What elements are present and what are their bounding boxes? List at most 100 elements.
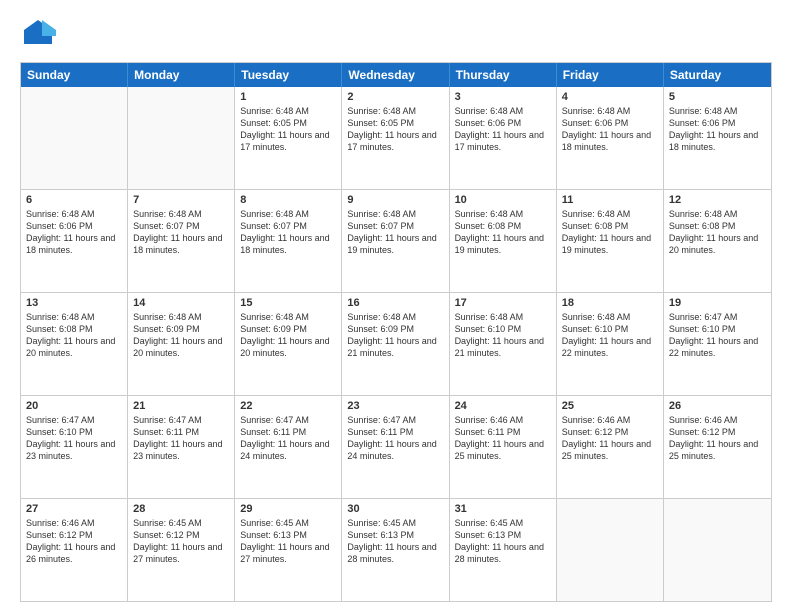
day-cell-4: 4 Sunrise: 6:48 AMSunset: 6:06 PMDaylight… <box>557 87 664 189</box>
cell-info: Sunrise: 6:48 AMSunset: 6:08 PMDaylight:… <box>669 208 766 257</box>
calendar-row-3: 13Sunrise: 6:48 AMSunset: 6:08 PMDayligh… <box>21 292 771 395</box>
day-cell-25: 25 Sunrise: 6:46 AMSunset: 6:12 PMDayligh… <box>557 396 664 498</box>
day-number: 12 <box>669 194 766 206</box>
calendar-header: SundayMondayTuesdayWednesdayThursdayFrid… <box>21 63 771 87</box>
day-number: 18 <box>562 297 658 309</box>
cell-info: Sunrise: 6:46 AMSunset: 6:12 PMDaylight:… <box>562 414 658 463</box>
day-number: 14 <box>133 297 229 309</box>
calendar-row-2: 6 Sunrise: 6:48 AMSunset: 6:06 PMDaylight… <box>21 189 771 292</box>
weekday-header-wednesday: Wednesday <box>342 63 449 87</box>
cell-info: Sunrise: 6:48 AMSunset: 6:06 PMDaylight:… <box>562 105 658 154</box>
day-number: 24 <box>455 400 551 412</box>
day-number: 11 <box>562 194 658 206</box>
day-number: 19 <box>669 297 766 309</box>
weekday-header-friday: Friday <box>557 63 664 87</box>
cell-info: Sunrise: 6:45 AMSunset: 6:13 PMDaylight:… <box>347 517 443 566</box>
day-number: 25 <box>562 400 658 412</box>
cell-info: Sunrise: 6:48 AMSunset: 6:10 PMDaylight:… <box>562 311 658 360</box>
day-cell-14: 14 Sunrise: 6:48 AMSunset: 6:09 PMDayligh… <box>128 293 235 395</box>
cell-info: Sunrise: 6:48 AMSunset: 6:05 PMDaylight:… <box>240 105 336 154</box>
empty-cell <box>21 87 128 189</box>
cell-info: Sunrise: 6:48 AMSunset: 6:07 PMDaylight:… <box>240 208 336 257</box>
day-cell-2: 2 Sunrise: 6:48 AMSunset: 6:05 PMDaylight… <box>342 87 449 189</box>
cell-info: Sunrise: 6:48 AMSunset: 6:09 PMDaylight:… <box>347 311 443 360</box>
weekday-header-sunday: Sunday <box>21 63 128 87</box>
weekday-header-saturday: Saturday <box>664 63 771 87</box>
calendar-row-4: 20 Sunrise: 6:47 AMSunset: 6:10 PMDayligh… <box>21 395 771 498</box>
day-number: 2 <box>347 91 443 103</box>
calendar-row-1: 1 Sunrise: 6:48 AMSunset: 6:05 PMDaylight… <box>21 87 771 189</box>
day-cell-1: 1 Sunrise: 6:48 AMSunset: 6:05 PMDaylight… <box>235 87 342 189</box>
cell-info: Sunrise: 6:48 AMSunset: 6:06 PMDaylight:… <box>669 105 766 154</box>
day-cell-5: 5 Sunrise: 6:48 AMSunset: 6:06 PMDaylight… <box>664 87 771 189</box>
day-cell-24: 24 Sunrise: 6:46 AMSunset: 6:11 PMDayligh… <box>450 396 557 498</box>
day-cell-9: 9 Sunrise: 6:48 AMSunset: 6:07 PMDaylight… <box>342 190 449 292</box>
logo-icon <box>20 16 56 52</box>
day-cell-23: 23Sunrise: 6:47 AMSunset: 6:11 PMDayligh… <box>342 396 449 498</box>
day-cell-13: 13Sunrise: 6:48 AMSunset: 6:08 PMDayligh… <box>21 293 128 395</box>
day-cell-20: 20 Sunrise: 6:47 AMSunset: 6:10 PMDayligh… <box>21 396 128 498</box>
day-number: 10 <box>455 194 551 206</box>
cell-info: Sunrise: 6:48 AMSunset: 6:09 PMDaylight:… <box>240 311 336 360</box>
day-number: 16 <box>347 297 443 309</box>
cell-info: Sunrise: 6:47 AMSunset: 6:11 PMDaylight:… <box>240 414 336 463</box>
calendar-row-5: 27Sunrise: 6:46 AMSunset: 6:12 PMDayligh… <box>21 498 771 601</box>
cell-info: Sunrise: 6:46 AMSunset: 6:11 PMDaylight:… <box>455 414 551 463</box>
cell-info: Sunrise: 6:48 AMSunset: 6:08 PMDaylight:… <box>26 311 122 360</box>
cell-info: Sunrise: 6:47 AMSunset: 6:10 PMDaylight:… <box>669 311 766 360</box>
day-cell-6: 6 Sunrise: 6:48 AMSunset: 6:06 PMDaylight… <box>21 190 128 292</box>
weekday-header-thursday: Thursday <box>450 63 557 87</box>
day-number: 5 <box>669 91 766 103</box>
day-number: 30 <box>347 503 443 515</box>
day-cell-31: 31 Sunrise: 6:45 AMSunset: 6:13 PMDayligh… <box>450 499 557 601</box>
cell-info: Sunrise: 6:48 AMSunset: 6:05 PMDaylight:… <box>347 105 443 154</box>
day-number: 26 <box>669 400 766 412</box>
day-cell-7: 7 Sunrise: 6:48 AMSunset: 6:07 PMDaylight… <box>128 190 235 292</box>
day-cell-11: 11 Sunrise: 6:48 AMSunset: 6:08 PMDayligh… <box>557 190 664 292</box>
calendar-body: 1 Sunrise: 6:48 AMSunset: 6:05 PMDaylight… <box>21 87 771 601</box>
day-number: 17 <box>455 297 551 309</box>
day-cell-22: 22 Sunrise: 6:47 AMSunset: 6:11 PMDayligh… <box>235 396 342 498</box>
day-number: 22 <box>240 400 336 412</box>
weekday-header-tuesday: Tuesday <box>235 63 342 87</box>
cell-info: Sunrise: 6:48 AMSunset: 6:09 PMDaylight:… <box>133 311 229 360</box>
day-cell-10: 10Sunrise: 6:48 AMSunset: 6:08 PMDayligh… <box>450 190 557 292</box>
page: SundayMondayTuesdayWednesdayThursdayFrid… <box>0 0 792 612</box>
day-cell-28: 28Sunrise: 6:45 AMSunset: 6:12 PMDayligh… <box>128 499 235 601</box>
day-number: 3 <box>455 91 551 103</box>
cell-info: Sunrise: 6:48 AMSunset: 6:06 PMDaylight:… <box>26 208 122 257</box>
cell-info: Sunrise: 6:45 AMSunset: 6:13 PMDaylight:… <box>455 517 551 566</box>
day-cell-30: 30 Sunrise: 6:45 AMSunset: 6:13 PMDayligh… <box>342 499 449 601</box>
cell-info: Sunrise: 6:45 AMSunset: 6:12 PMDaylight:… <box>133 517 229 566</box>
day-number: 23 <box>347 400 443 412</box>
day-cell-29: 29 Sunrise: 6:45 AMSunset: 6:13 PMDayligh… <box>235 499 342 601</box>
day-number: 9 <box>347 194 443 206</box>
day-number: 21 <box>133 400 229 412</box>
day-cell-15: 15 Sunrise: 6:48 AMSunset: 6:09 PMDayligh… <box>235 293 342 395</box>
day-number: 29 <box>240 503 336 515</box>
cell-info: Sunrise: 6:48 AMSunset: 6:06 PMDaylight:… <box>455 105 551 154</box>
day-cell-8: 8Sunrise: 6:48 AMSunset: 6:07 PMDaylight… <box>235 190 342 292</box>
day-cell-21: 21 Sunrise: 6:47 AMSunset: 6:11 PMDayligh… <box>128 396 235 498</box>
day-number: 1 <box>240 91 336 103</box>
day-number: 6 <box>26 194 122 206</box>
empty-cell <box>557 499 664 601</box>
header <box>20 16 772 52</box>
day-number: 20 <box>26 400 122 412</box>
logo <box>20 16 60 52</box>
day-number: 15 <box>240 297 336 309</box>
cell-info: Sunrise: 6:48 AMSunset: 6:07 PMDaylight:… <box>347 208 443 257</box>
day-number: 31 <box>455 503 551 515</box>
cell-info: Sunrise: 6:48 AMSunset: 6:08 PMDaylight:… <box>562 208 658 257</box>
cell-info: Sunrise: 6:45 AMSunset: 6:13 PMDaylight:… <box>240 517 336 566</box>
empty-cell <box>664 499 771 601</box>
cell-info: Sunrise: 6:48 AMSunset: 6:07 PMDaylight:… <box>133 208 229 257</box>
cell-info: Sunrise: 6:48 AMSunset: 6:10 PMDaylight:… <box>455 311 551 360</box>
cell-info: Sunrise: 6:47 AMSunset: 6:10 PMDaylight:… <box>26 414 122 463</box>
day-cell-12: 12 Sunrise: 6:48 AMSunset: 6:08 PMDayligh… <box>664 190 771 292</box>
day-number: 4 <box>562 91 658 103</box>
cell-info: Sunrise: 6:46 AMSunset: 6:12 PMDaylight:… <box>26 517 122 566</box>
day-number: 7 <box>133 194 229 206</box>
day-cell-26: 26Sunrise: 6:46 AMSunset: 6:12 PMDayligh… <box>664 396 771 498</box>
cell-info: Sunrise: 6:47 AMSunset: 6:11 PMDaylight:… <box>133 414 229 463</box>
